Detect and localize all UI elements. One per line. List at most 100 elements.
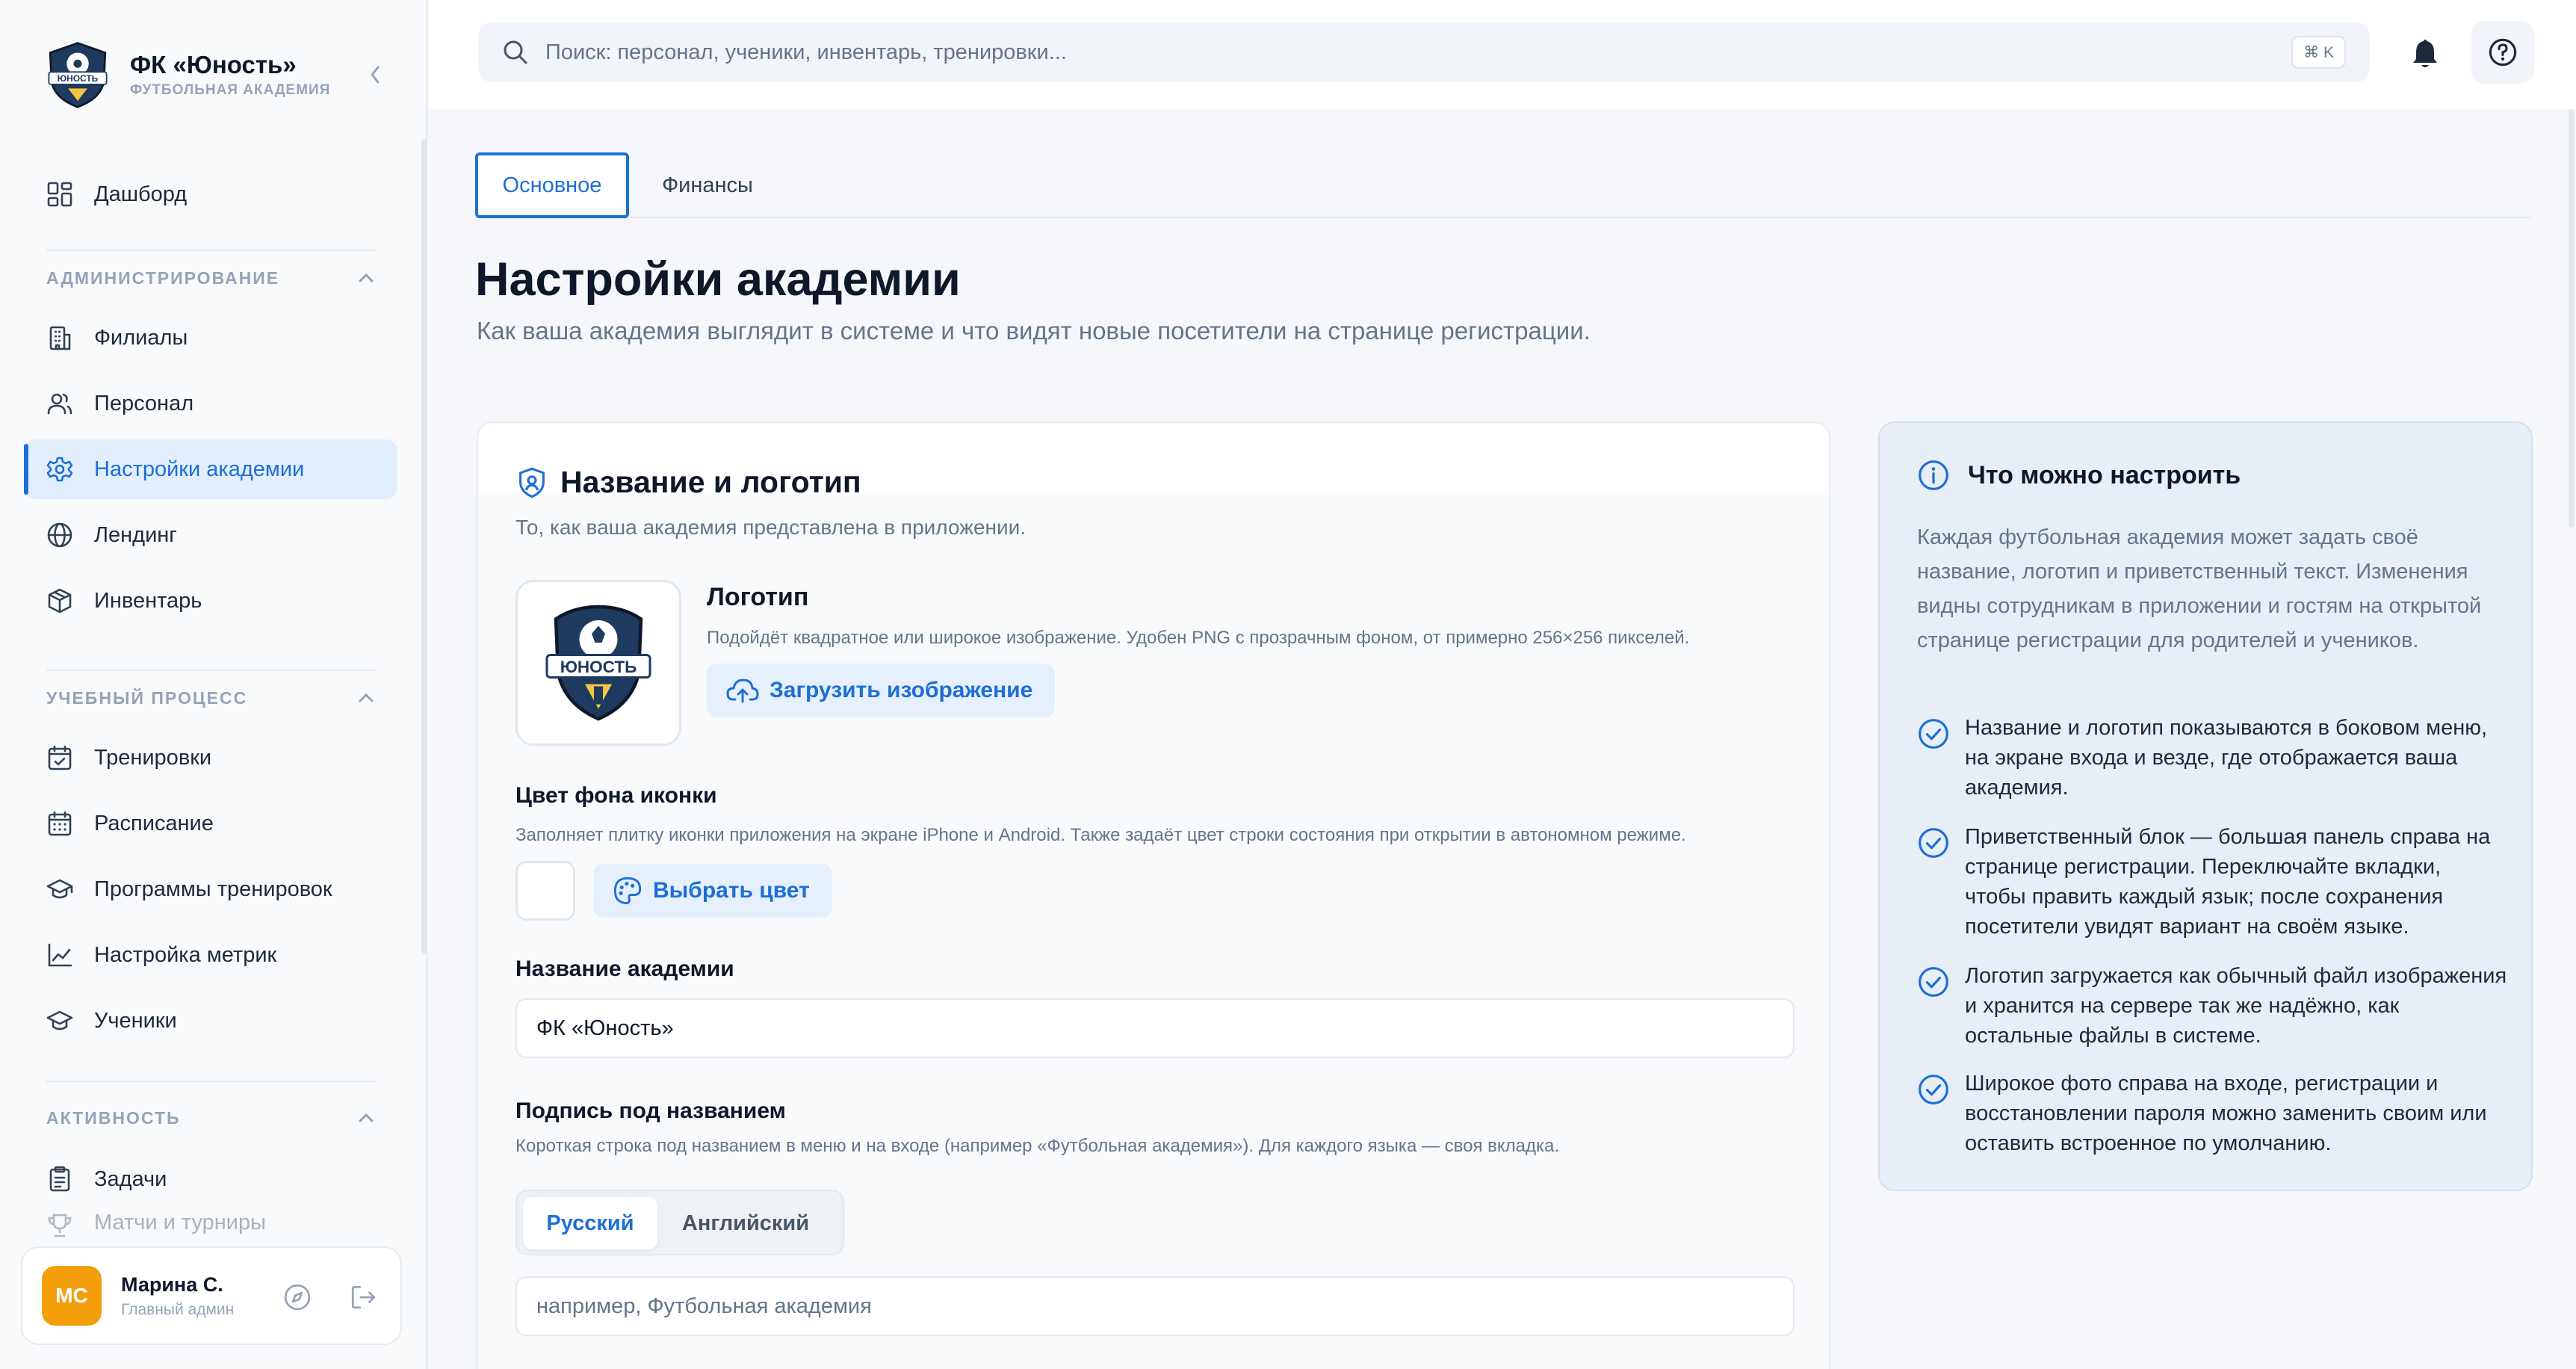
graduation-cap-icon [45, 1006, 75, 1036]
chevron-left-icon [371, 66, 380, 84]
tab-general[interactable]: Основное [475, 152, 629, 218]
info-title: Что можно настроить [1968, 460, 2241, 489]
icon-bg-label: Цвет фона иконки [515, 783, 717, 808]
card-description: То, как ваша академия представлена в при… [515, 516, 1027, 539]
sidebar-item-label: Ученики [94, 1008, 177, 1033]
chevron-up-icon [359, 273, 374, 282]
sidebar-item-label: Настройки академии [94, 457, 305, 481]
name-and-logo-card: Название и логотип То, как ваша академия… [477, 421, 1830, 1369]
section-learning-header[interactable]: УЧЕБНЫЙ ПРОЦЕСС [46, 683, 375, 713]
icon-bg-color-swatch[interactable] [515, 861, 575, 921]
brand[interactable]: ЮНОСТЬ ФК «Юность» ФУТБОЛЬНАЯ АКАДЕМИЯ [43, 39, 394, 111]
sidebar-item-training-programs[interactable]: Программы тренировок [24, 859, 397, 919]
sidebar-item-landing[interactable]: Лендинг [24, 505, 397, 565]
logout-icon [351, 1285, 376, 1309]
graduation-cap-icon [45, 874, 75, 904]
info-item: Логотип загружается как обычный файл изо… [1917, 961, 2507, 1051]
gear-icon [45, 454, 75, 484]
info-item-text: Широкое фото справа на входе, регистраци… [1965, 1072, 2487, 1155]
pick-color-button[interactable]: Выбрать цвет [593, 864, 832, 918]
section-divider [46, 670, 375, 671]
section-divider [46, 250, 375, 251]
tab-finance[interactable]: Финансы [644, 152, 771, 218]
brand-title: ФК «Юность» [130, 51, 297, 78]
check-circle-icon [1919, 1075, 1948, 1104]
page-scrollbar[interactable] [2569, 109, 2575, 528]
info-icon [1919, 460, 1948, 490]
sidebar-item-academy-settings[interactable]: Настройки академии [24, 439, 397, 499]
sidebar-item-inventory[interactable]: Инвентарь [24, 571, 397, 631]
academy-logo-text: ЮНОСТЬ [560, 658, 637, 676]
collapse-sidebar-button[interactable] [363, 61, 387, 88]
check-circle-icon [1919, 828, 1948, 858]
section-activity-header[interactable]: АКТИВНОСТЬ [46, 1103, 375, 1133]
sidebar-item-label: Задачи [94, 1166, 167, 1191]
help-icon [2489, 38, 2517, 67]
search-input[interactable]: Поиск: персонал, ученики, инвентарь, тре… [478, 22, 2370, 82]
section-title: АКТИВНОСТЬ [46, 1107, 181, 1128]
sidebar-item-trainings[interactable]: Тренировки [24, 728, 397, 788]
academy-logo-text: ЮНОСТЬ [58, 73, 99, 84]
topbar: Поиск: персонал, ученики, инвентарь, тре… [429, 0, 2576, 109]
sidebar-item-students[interactable]: Ученики [24, 991, 397, 1051]
sidebar-item-tasks[interactable]: Задачи [24, 1149, 397, 1209]
card-title-text: Название и логотип [560, 465, 861, 499]
sidebar-item-label: Инвентарь [94, 588, 202, 613]
sidebar-item-label: Расписание [94, 811, 214, 835]
chevron-up-icon [359, 693, 374, 702]
palette-icon [613, 877, 642, 905]
caption-label: Подпись под названием [515, 1098, 786, 1123]
caption-input[interactable]: например, Футбольная академия [515, 1276, 1795, 1336]
user-card[interactable]: МС Марина С. Главный админ [21, 1246, 402, 1345]
compass-button[interactable] [279, 1279, 315, 1315]
sidebar-scrollbar[interactable] [421, 139, 427, 954]
line-chart-icon [45, 940, 75, 970]
notifications-button[interactable] [2406, 34, 2445, 73]
building-icon [45, 323, 75, 353]
sidebar-item-label: Персонал [94, 391, 194, 415]
search-icon [504, 40, 527, 64]
settings-tabs: Основное Финансы [475, 152, 2531, 218]
sidebar-item-matches[interactable]: Матчи и турниры [24, 1211, 397, 1240]
tab-lang-english[interactable]: Английский [663, 1197, 828, 1249]
shield-icon [519, 467, 545, 498]
info-item-text: Приветственный блок — большая панель спр… [1965, 825, 2491, 939]
sidebar-item-schedule[interactable]: Расписание [24, 794, 397, 853]
calendar-check-icon [45, 743, 75, 773]
info-item: Широкое фото справа на входе, регистраци… [1917, 1069, 2507, 1158]
page-subtitle: Как ваша академия выглядит в системе и ч… [477, 317, 1591, 344]
help-button[interactable] [2471, 21, 2534, 84]
icon-bg-hint: Заполняет плитку иконки приложения на эк… [515, 825, 1686, 845]
upload-image-button[interactable]: Загрузить изображение [707, 664, 1056, 717]
sidebar-item-metrics[interactable]: Настройка метрик [24, 925, 397, 985]
globe-icon [45, 520, 75, 550]
box-icon [45, 586, 75, 616]
info-item: Название и логотип показываются в боково… [1917, 713, 2507, 803]
info-intro: Каждая футбольная академия может задать … [1917, 525, 2482, 652]
sidebar-item-label: Филиалы [94, 325, 188, 350]
logout-button[interactable] [345, 1279, 381, 1315]
sidebar-item-label: Программы тренировок [94, 877, 332, 901]
caption-hint: Короткая строка под названием в меню и н… [515, 1136, 1560, 1156]
info-header: Что можно настроить [1917, 459, 2241, 492]
upload-image-label: Загрузить изображение [770, 678, 1033, 702]
check-circle-icon [1919, 967, 1948, 997]
page-title: Настройки академии [475, 253, 961, 306]
compass-icon [284, 1284, 311, 1311]
sidebar-item-staff[interactable]: Персонал [24, 374, 397, 433]
academy-logo-icon: ЮНОСТЬ [545, 605, 651, 721]
logo-label: Логотип [707, 583, 809, 611]
sidebar-item-branches[interactable]: Филиалы [24, 308, 397, 368]
user-role: Главный админ [121, 1300, 235, 1318]
brand-subtitle: ФУТБОЛЬНАЯ АКАДЕМИЯ [130, 82, 331, 98]
tab-lang-russian[interactable]: Русский [523, 1197, 657, 1249]
logo-preview[interactable]: ЮНОСТЬ [515, 580, 681, 746]
academy-logo-icon: ЮНОСТЬ [48, 42, 108, 108]
calendar-icon [45, 809, 75, 838]
info-item-text: Логотип загружается как обычный файл изо… [1965, 964, 2507, 1048]
academy-name-input[interactable]: ФК «Юность» [515, 998, 1795, 1058]
section-administration-header[interactable]: АДМИНИСТРИРОВАНИЕ [46, 263, 375, 293]
bell-icon [2413, 40, 2437, 67]
sidebar-item-dashboard[interactable]: Дашборд [24, 164, 397, 224]
sidebar: ЮНОСТЬ ФК «Юность» ФУТБОЛЬНАЯ АКАДЕМИЯ Д… [0, 0, 427, 1369]
